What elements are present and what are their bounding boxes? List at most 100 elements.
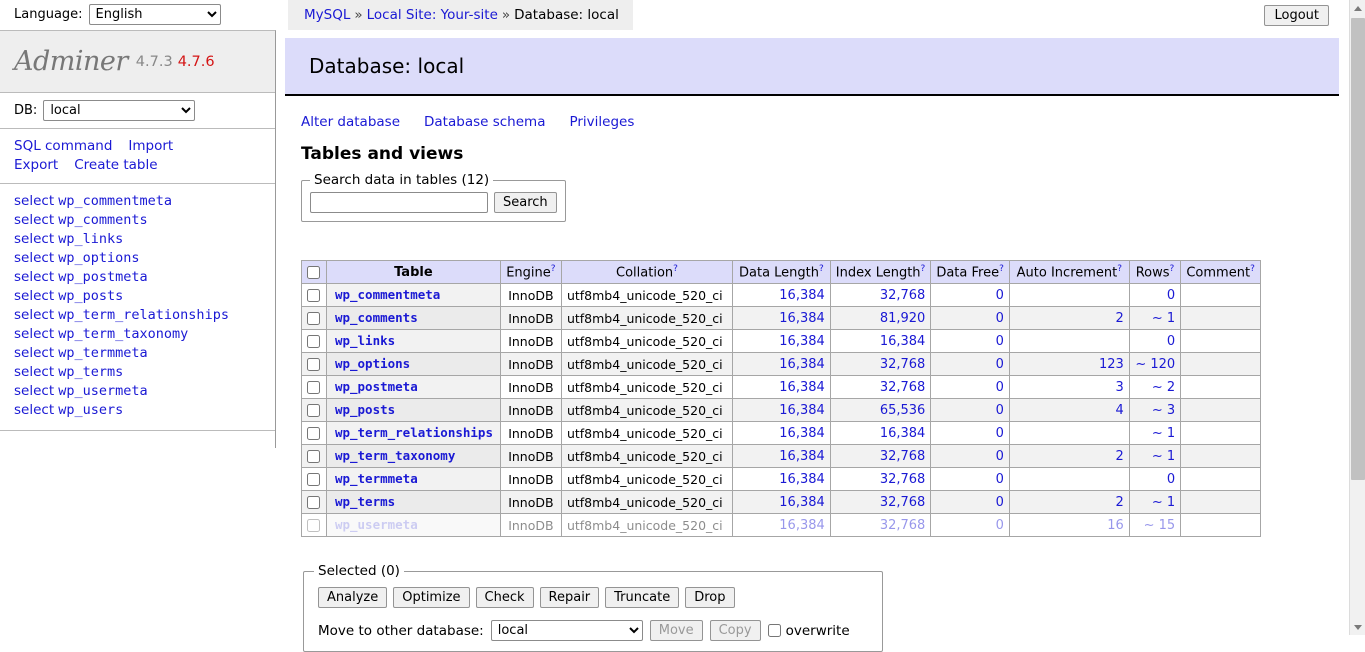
row-select-cell[interactable] bbox=[301, 329, 327, 354]
sidebar-link-import[interactable]: Import bbox=[128, 138, 173, 154]
sidebar-table-link-wp_terms[interactable]: wp_terms bbox=[58, 364, 123, 380]
sidebar-table-link-wp_comments[interactable]: wp_comments bbox=[58, 212, 147, 228]
drop-button[interactable] bbox=[685, 587, 735, 608]
sidebar-link-sql-command[interactable]: SQL command bbox=[14, 138, 112, 154]
column-header-rows[interactable]: Rows? bbox=[1128, 259, 1182, 285]
row-select-cell[interactable] bbox=[301, 490, 327, 515]
table-link[interactable]: wp_options bbox=[335, 356, 410, 371]
column-header-comment[interactable]: Comment? bbox=[1180, 259, 1261, 285]
vertical-scrollbar[interactable] bbox=[1349, 0, 1365, 635]
select-all-header[interactable] bbox=[301, 259, 327, 285]
row-select-cell[interactable] bbox=[301, 283, 327, 308]
row-checkbox[interactable] bbox=[307, 357, 321, 371]
cell-table-name[interactable]: wp_posts bbox=[325, 398, 501, 423]
sidebar-select-link[interactable]: select bbox=[14, 345, 54, 361]
table-link[interactable]: wp_postmeta bbox=[335, 379, 418, 394]
row-checkbox[interactable] bbox=[307, 380, 321, 394]
help-marker-icon[interactable]: ? bbox=[819, 264, 824, 274]
move-button[interactable] bbox=[649, 620, 703, 641]
sidebar-select-link[interactable]: select bbox=[14, 402, 54, 418]
column-header-data-length[interactable]: Data Length? bbox=[732, 259, 831, 285]
cell-table-name[interactable]: wp_usermeta bbox=[325, 513, 501, 538]
table-link[interactable]: wp_commentmeta bbox=[335, 287, 440, 302]
cell-table-name[interactable]: wp_options bbox=[325, 352, 501, 377]
sidebar-select-link[interactable]: select bbox=[14, 307, 54, 323]
check-button[interactable] bbox=[475, 587, 534, 608]
cell-table-name[interactable]: wp_term_taxonomy bbox=[325, 444, 501, 469]
row-select-cell[interactable] bbox=[301, 444, 327, 469]
row-checkbox[interactable] bbox=[307, 472, 321, 486]
repair-button[interactable] bbox=[539, 587, 600, 608]
table-link[interactable]: wp_links bbox=[335, 333, 395, 348]
cell-table-name[interactable]: wp_terms bbox=[325, 490, 501, 515]
column-header-engine[interactable]: Engine? bbox=[499, 259, 562, 285]
row-select-cell[interactable] bbox=[301, 467, 327, 492]
link-alter-database[interactable]: Alter database bbox=[301, 114, 400, 130]
cell-table-name[interactable]: wp_comments bbox=[325, 306, 501, 331]
sidebar-select-link[interactable]: select bbox=[14, 212, 54, 228]
sidebar-table-link-wp_options[interactable]: wp_options bbox=[58, 250, 139, 266]
scrollbar-thumb[interactable] bbox=[1351, 18, 1365, 480]
cell-table-name[interactable]: wp_termmeta bbox=[325, 467, 501, 492]
row-select-cell[interactable] bbox=[301, 513, 327, 538]
column-header-table[interactable]: Table bbox=[325, 259, 501, 285]
table-link[interactable]: wp_usermeta bbox=[335, 517, 418, 532]
sidebar-link-export[interactable]: Export bbox=[14, 157, 58, 173]
help-marker-icon[interactable]: ? bbox=[1170, 264, 1175, 274]
cell-table-name[interactable]: wp_commentmeta bbox=[325, 283, 501, 308]
row-checkbox[interactable] bbox=[307, 288, 321, 302]
sidebar-select-link[interactable]: select bbox=[14, 250, 54, 266]
overwrite-label-group[interactable]: overwrite bbox=[767, 623, 850, 639]
sidebar-select-link[interactable]: select bbox=[14, 193, 54, 209]
overwrite-checkbox[interactable] bbox=[767, 624, 781, 637]
row-select-cell[interactable] bbox=[301, 352, 327, 377]
table-link[interactable]: wp_comments bbox=[335, 310, 418, 325]
copy-button[interactable] bbox=[709, 620, 761, 641]
sidebar-select-link[interactable]: select bbox=[14, 326, 54, 342]
optimize-button[interactable] bbox=[393, 587, 470, 608]
sidebar-table-link-wp_users[interactable]: wp_users bbox=[58, 402, 123, 418]
column-header-data-free[interactable]: Data Free? bbox=[930, 259, 1010, 285]
scroll-up-arrow-icon[interactable] bbox=[1350, 0, 1365, 16]
logout-button[interactable] bbox=[1264, 5, 1329, 26]
row-select-cell[interactable] bbox=[301, 375, 327, 400]
sidebar-table-link-wp_term_taxonomy[interactable]: wp_term_taxonomy bbox=[58, 326, 188, 342]
help-marker-icon[interactable]: ? bbox=[1117, 264, 1122, 274]
select-all-checkbox[interactable] bbox=[307, 265, 321, 279]
sidebar-select-link[interactable]: select bbox=[14, 383, 54, 399]
sidebar-select-link[interactable]: select bbox=[14, 269, 54, 285]
help-marker-icon[interactable]: ? bbox=[999, 264, 1004, 274]
row-checkbox[interactable] bbox=[307, 495, 321, 509]
sidebar-table-link-wp_links[interactable]: wp_links bbox=[58, 231, 123, 247]
row-checkbox[interactable] bbox=[307, 426, 321, 440]
adminer-new-version[interactable]: 4.7.6 bbox=[178, 54, 215, 70]
column-header-index-length[interactable]: Index Length? bbox=[829, 259, 932, 285]
row-select-cell[interactable] bbox=[301, 398, 327, 423]
sidebar-select-link[interactable]: select bbox=[14, 288, 54, 304]
column-header-collation[interactable]: Collation? bbox=[560, 259, 734, 285]
table-link[interactable]: wp_term_relationships bbox=[335, 425, 493, 440]
search-input[interactable] bbox=[310, 192, 488, 213]
sidebar-table-link-wp_term_relationships[interactable]: wp_term_relationships bbox=[58, 307, 229, 323]
database-select[interactable]: local bbox=[43, 100, 196, 121]
help-marker-icon[interactable]: ? bbox=[551, 264, 556, 274]
row-checkbox[interactable] bbox=[307, 334, 321, 348]
truncate-button[interactable] bbox=[605, 587, 680, 608]
sidebar-table-link-wp_commentmeta[interactable]: wp_commentmeta bbox=[58, 193, 172, 209]
row-checkbox[interactable] bbox=[307, 518, 321, 532]
cell-table-name[interactable]: wp_links bbox=[325, 329, 501, 354]
scroll-down-arrow-icon[interactable] bbox=[1350, 619, 1365, 635]
analyze-button[interactable] bbox=[318, 587, 388, 608]
breadcrumb-server-link[interactable]: MySQL bbox=[304, 7, 350, 23]
cell-table-name[interactable]: wp_term_relationships bbox=[325, 421, 501, 446]
sidebar-link-create-table[interactable]: Create table bbox=[74, 157, 157, 173]
breadcrumb-site-link[interactable]: Local Site: Your-site bbox=[367, 7, 498, 23]
help-marker-icon[interactable]: ? bbox=[921, 264, 926, 274]
link-database-schema[interactable]: Database schema bbox=[424, 114, 545, 130]
help-marker-icon[interactable]: ? bbox=[673, 264, 678, 274]
table-link[interactable]: wp_term_taxonomy bbox=[335, 448, 455, 463]
sidebar-select-link[interactable]: select bbox=[14, 231, 54, 247]
sidebar-table-link-wp_postmeta[interactable]: wp_postmeta bbox=[58, 269, 147, 285]
sidebar-table-link-wp_posts[interactable]: wp_posts bbox=[58, 288, 123, 304]
search-button[interactable] bbox=[494, 192, 557, 213]
